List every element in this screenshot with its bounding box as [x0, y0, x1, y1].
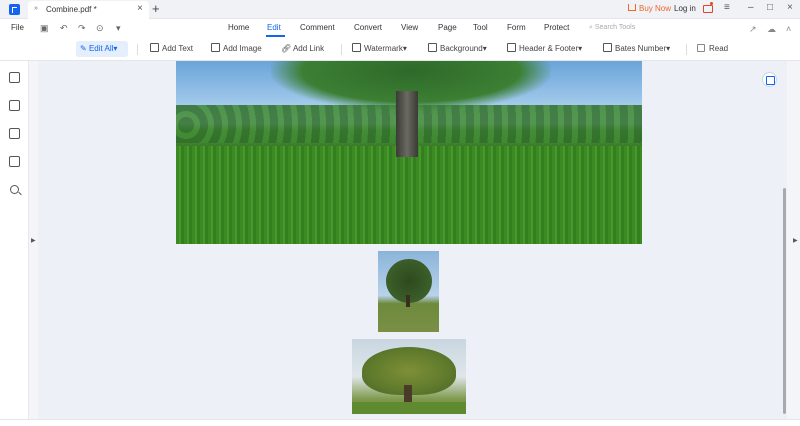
ribbon-toggle-icon[interactable]: ≡	[724, 2, 730, 13]
notification-icon[interactable]	[703, 2, 713, 13]
menu-tool[interactable]: Tool	[473, 23, 488, 32]
tree-trunk	[406, 295, 410, 307]
minimize-icon[interactable]: –	[748, 2, 754, 13]
menu-page[interactable]: Page	[438, 23, 457, 32]
title-bar: » Combine.pdf * × + Buy Now Log in ≡ – □…	[0, 0, 800, 19]
bates-number-icon	[603, 43, 612, 52]
tree-trunk	[404, 385, 412, 403]
print-icon[interactable]: ⊙	[96, 23, 104, 34]
bookmark-icon[interactable]	[9, 72, 20, 83]
search-icon[interactable]	[10, 185, 19, 194]
menu-form[interactable]: Form	[507, 23, 526, 32]
read-checkbox[interactable]: Read	[697, 41, 728, 57]
pencil-icon: ✎	[80, 44, 87, 53]
toolbar-divider	[686, 44, 687, 55]
bates-number-button[interactable]: Bates Number▾	[603, 41, 670, 57]
grass-field	[176, 146, 642, 244]
text-icon	[150, 43, 159, 52]
watermark-label: Watermark	[364, 44, 403, 53]
redo-icon[interactable]: ↷	[78, 23, 86, 34]
add-text-button[interactable]: Add Text	[150, 41, 193, 57]
ground	[352, 402, 466, 414]
oak-tree-image[interactable]	[352, 339, 466, 414]
add-image-label: Add Image	[223, 44, 262, 53]
edit-toolbar: ✎ Edit All▾ Add Text Add Image 🔗︎ Add Li…	[0, 37, 800, 61]
maximize-icon[interactable]: □	[767, 2, 773, 13]
document-tab[interactable]: » Combine.pdf * ×	[28, 1, 149, 19]
header-footer-button[interactable]: Header & Footer▾	[507, 41, 582, 57]
close-tab-icon[interactable]: ×	[137, 3, 143, 14]
menu-view[interactable]: View	[401, 23, 418, 32]
status-bar	[0, 419, 800, 426]
add-link-label: Add Link	[292, 44, 325, 53]
comment-icon[interactable]	[9, 128, 20, 139]
login-link[interactable]: Log in	[674, 4, 696, 13]
collapse-ribbon-icon[interactable]: ˄	[786, 24, 791, 34]
buy-now-link[interactable]: Buy Now	[639, 4, 671, 13]
cart-icon[interactable]	[628, 4, 636, 11]
tab-title: Combine.pdf *	[46, 5, 97, 14]
expand-left-panel-icon[interactable]: ▶	[31, 237, 36, 244]
checkbox-icon[interactable]	[697, 44, 705, 52]
header-footer-label: Header & Footer	[519, 44, 579, 53]
background-icon	[428, 43, 437, 52]
expand-right-panel-icon[interactable]: ▶	[793, 237, 798, 244]
share-icon[interactable]: ↗	[749, 24, 757, 35]
left-sidebar	[0, 61, 29, 426]
background-button[interactable]: Background▾	[428, 41, 487, 57]
single-tree-image[interactable]	[378, 251, 439, 332]
tree-field-image[interactable]	[176, 61, 642, 244]
ai-assistant-button[interactable]	[762, 72, 777, 87]
attachment-icon[interactable]	[9, 156, 20, 167]
menu-convert[interactable]: Convert	[354, 23, 382, 32]
menu-bar: File ▣ ↶ ↷ ⊙ ▾ Home Edit Comment Convert…	[0, 19, 800, 37]
menu-home[interactable]: Home	[228, 23, 249, 32]
close-window-icon[interactable]: ×	[787, 2, 793, 13]
menu-comment[interactable]: Comment	[300, 23, 335, 32]
pages-icon[interactable]	[9, 100, 20, 111]
add-link-button[interactable]: 🔗︎ Add Link	[281, 41, 324, 57]
toolbar-divider	[137, 44, 138, 55]
tab-arrow-icon: »	[34, 5, 38, 12]
search-tools-input[interactable]: ⌕ Search Tools	[589, 24, 635, 32]
quick-access-dropdown-icon[interactable]: ▾	[116, 23, 121, 34]
save-icon[interactable]: ▣	[40, 23, 49, 34]
watermark-button[interactable]: Watermark▾	[352, 41, 407, 57]
add-image-button[interactable]: Add Image	[211, 41, 262, 57]
header-footer-icon	[507, 43, 516, 52]
app-logo-icon[interactable]	[9, 4, 20, 15]
search-tools-placeholder: Search Tools	[594, 24, 636, 31]
read-label: Read	[709, 44, 729, 53]
new-tab-button[interactable]: +	[152, 1, 160, 16]
toolbar-divider	[341, 44, 342, 55]
tree-trunk	[396, 91, 418, 157]
cloud-icon[interactable]: ☁	[767, 24, 776, 35]
edit-all-button[interactable]: ✎ Edit All▾	[76, 41, 128, 57]
menu-file[interactable]: File	[11, 23, 24, 32]
menu-protect[interactable]: Protect	[544, 23, 569, 32]
menu-edit[interactable]: Edit	[267, 23, 281, 32]
bates-number-label: Bates Number	[615, 44, 667, 53]
edit-all-label: Edit All	[88, 44, 114, 53]
background-label: Background	[440, 44, 483, 53]
undo-icon[interactable]: ↶	[60, 23, 68, 34]
vertical-scrollbar[interactable]	[783, 188, 786, 414]
link-icon: 🔗︎	[281, 44, 293, 53]
watermark-icon	[352, 43, 361, 52]
image-icon	[211, 43, 220, 52]
add-text-label: Add Text	[162, 44, 193, 53]
